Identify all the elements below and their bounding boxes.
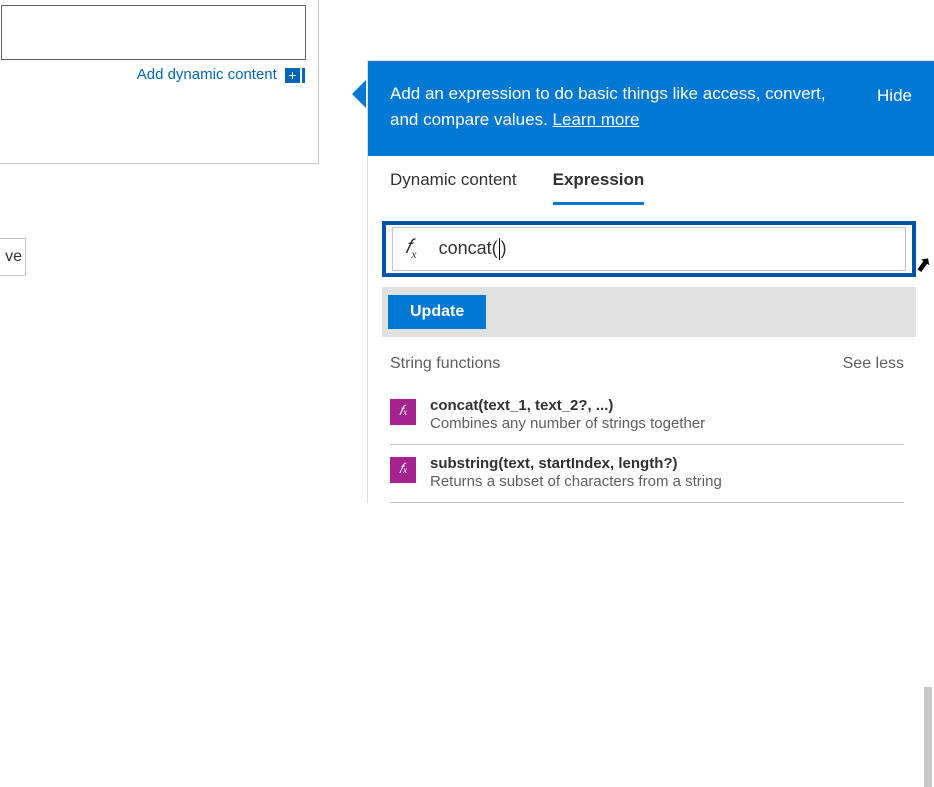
hide-banner-button[interactable]: Hide [877, 83, 912, 109]
expression-input[interactable]: 𝑓x concat() [392, 227, 906, 271]
bar-icon [302, 68, 305, 83]
expression-input-frame: 𝑓x concat() [382, 221, 916, 277]
text-cursor-icon [499, 238, 500, 260]
expression-text: concat() [439, 238, 507, 260]
function-group-title: String functions [390, 355, 500, 373]
add-dynamic-content-label: Add dynamic content [137, 66, 277, 83]
function-signature: substring(text, startIndex, length?) [430, 455, 722, 472]
function-description: Combines any number of strings together [430, 415, 705, 432]
update-row: Update [382, 287, 916, 337]
expression-flyout: Add an expression to do basic things lik… [367, 60, 934, 503]
plus-icon: + [285, 68, 300, 83]
action-input[interactable] [1, 5, 306, 60]
fx-icon: 𝑓x [405, 236, 417, 262]
save-button[interactable]: ve [0, 238, 26, 276]
update-button[interactable]: Update [388, 295, 486, 329]
function-description: Returns a subset of characters from a st… [430, 473, 722, 490]
function-item[interactable]: 𝑓x concat(text_1, text_2?, ...) Combines… [390, 387, 904, 445]
add-dynamic-content-link[interactable]: Add dynamic content + [137, 66, 305, 83]
banner-text: Add an expression to do basic things lik… [390, 81, 857, 134]
tab-strip: Dynamic content Expression [368, 156, 934, 205]
scrollbar-thumb[interactable] [924, 687, 932, 787]
tab-dynamic-content[interactable]: Dynamic content [390, 170, 517, 205]
fx-icon: 𝑓x [390, 399, 416, 425]
function-panel: String functions See less 𝑓x concat(text… [368, 337, 934, 503]
see-less-toggle[interactable]: See less [843, 355, 904, 373]
function-item[interactable]: 𝑓x substring(text, startIndex, length?) … [390, 445, 904, 503]
tab-expression[interactable]: Expression [553, 170, 645, 205]
learn-more-link[interactable]: Learn more [553, 110, 640, 129]
fx-icon: 𝑓x [390, 457, 416, 483]
function-signature: concat(text_1, text_2?, ...) [430, 397, 705, 414]
info-banner: Add an expression to do basic things lik… [368, 61, 934, 156]
action-card: Add dynamic content + [0, 0, 319, 164]
flyout-pointer-icon [352, 80, 366, 108]
